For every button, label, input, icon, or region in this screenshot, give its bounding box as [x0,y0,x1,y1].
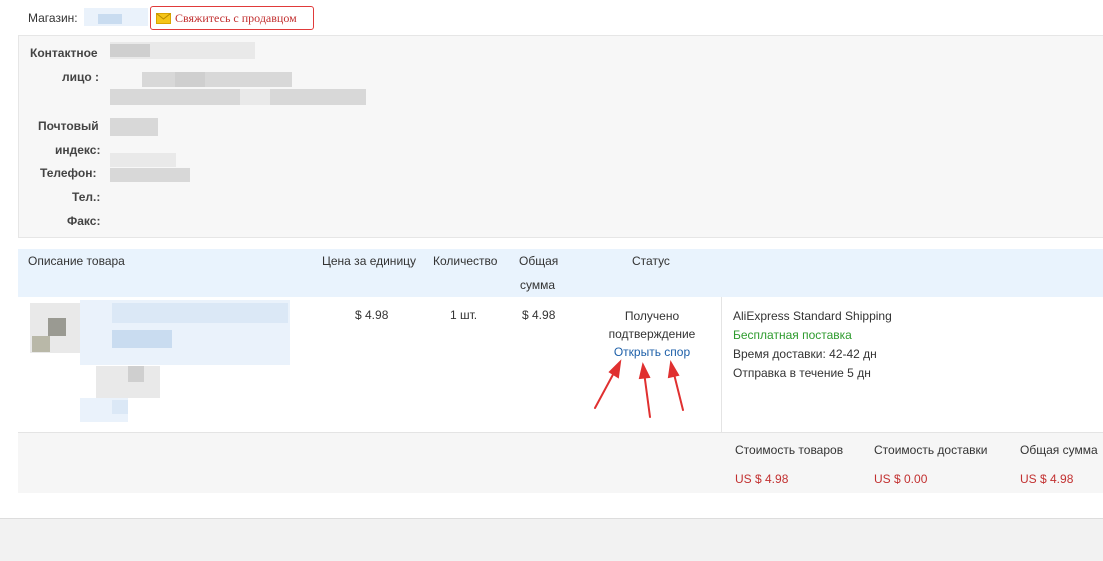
row-divider-vertical [721,297,722,433]
order-totals-panel [18,433,1103,493]
mail-icon [156,12,171,24]
header-total-2: сумма [520,278,556,292]
shipping-cost-value: US $ 0.00 [874,472,928,486]
postal-code-label: Почтовый [38,119,99,133]
quantity-value: 1 шт. [450,308,478,322]
contact-name-redacted-detail [110,44,150,57]
total-value: $ 4.98 [522,308,556,322]
tel-label: Тел.: [72,190,101,204]
store-label: Магазин: [28,11,78,25]
dispatch-time: Отправка в течение 5 дн [733,366,871,380]
contact-person-label: Контактное [30,46,98,60]
phone-redacted [110,153,176,167]
status-line-1: Получено [624,309,680,323]
store-name-redacted-detail [98,14,122,24]
address-line-1-redacted-detail [175,72,205,87]
header-quantity: Количество [433,254,498,268]
shipping-info: AliExpress Standard Shipping Бесплатная … [733,307,892,383]
product-extra-redacted-detail [112,400,128,414]
order-total-value: US $ 4.98 [1020,472,1074,486]
address-line-2-redacted [110,89,366,105]
phone-redacted-detail [110,168,190,182]
arrow-up-icon [667,360,684,411]
product-title-redacted-detail [112,303,288,323]
page-footer-bar [0,518,1103,561]
contact-seller-label: Свяжитесь с продавцом [175,10,297,25]
contact-info-panel [18,35,1103,238]
delivery-time: Время доставки: 42-42 дн [733,347,877,361]
postal-code-redacted [110,118,158,136]
product-thumbnail-detail [48,318,66,336]
goods-cost-value: US $ 4.98 [735,472,789,486]
header-unit-price: Цена за единицу [322,254,417,268]
goods-cost-label: Стоимость товаров [735,443,844,457]
status-line-2: подтверждение [608,327,696,341]
free-shipping-label: Бесплатная поставка [733,328,852,342]
annotation-arrows [594,359,684,418]
postal-code-label-2: индекс: [55,143,101,157]
product-attributes-redacted-detail [128,366,144,382]
shipping-method: AliExpress Standard Shipping [733,309,892,323]
phone-label: Телефон: [40,166,97,180]
header-status: Статус [632,254,670,268]
arrow-up-icon [638,362,651,418]
header-description: Описание товара [28,254,125,268]
shipping-cost-label: Стоимость доставки [874,443,988,457]
arrow-up-icon [594,359,622,409]
address-line-1-redacted [142,72,292,87]
contact-seller-button[interactable]: Свяжитесь с продавцом [150,6,314,30]
product-title-redacted-detail-2 [112,330,172,348]
address-line-2-redacted-detail [240,89,270,105]
unit-price-value: $ 4.98 [355,308,389,322]
header-total: Общая [519,254,559,268]
product-thumbnail-detail-2 [32,336,50,352]
contact-person-label-2: лицо : [62,70,100,84]
fax-label: Факс: [67,214,101,228]
order-status: Получено подтверждение Открыть спор [600,307,704,361]
order-total-label: Общая сумма [1020,443,1098,457]
order-table-header [18,249,1103,297]
